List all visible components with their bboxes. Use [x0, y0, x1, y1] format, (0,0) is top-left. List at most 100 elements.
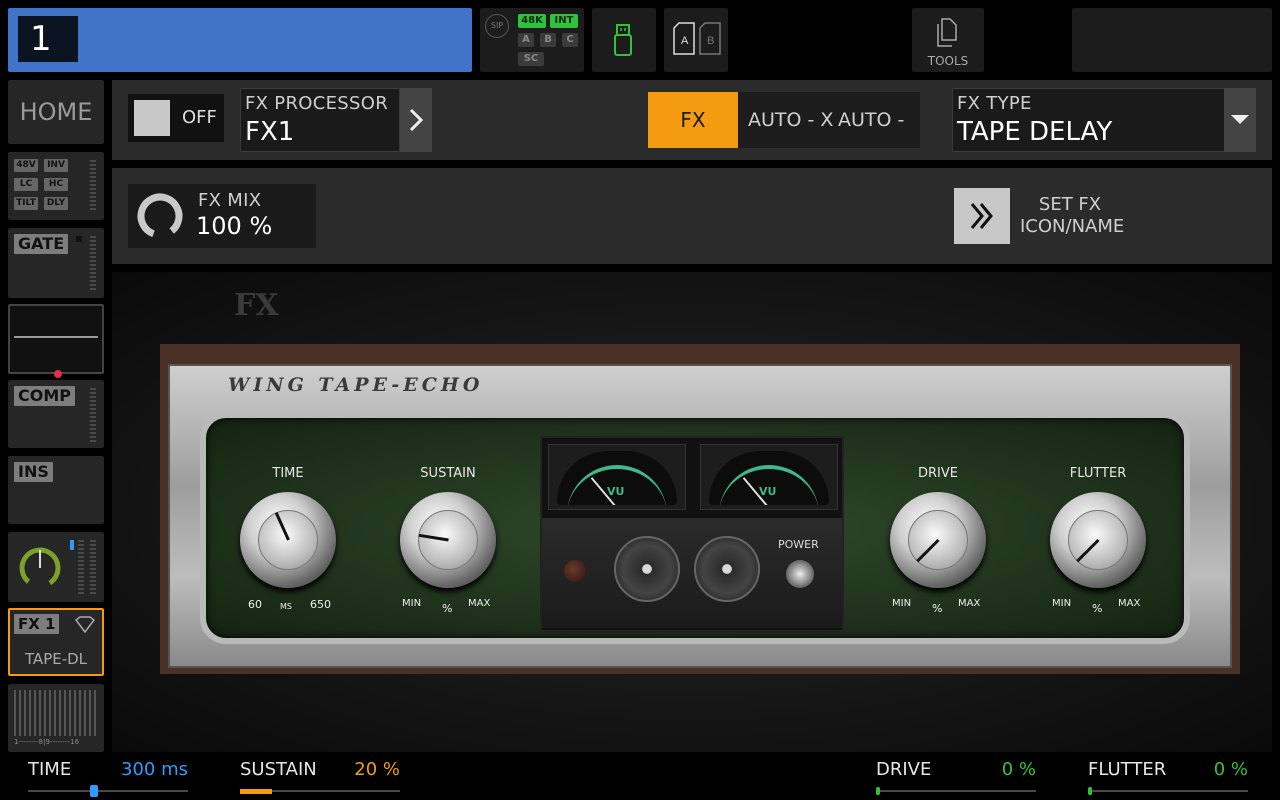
time-parameter-slider[interactable]	[28, 785, 188, 797]
sustain-parameter-name: SUSTAIN	[240, 759, 317, 780]
sustain-knob-group: SUSTAIN MIN % MAX	[388, 466, 508, 636]
fx-type-dropdown-button[interactable]	[1224, 88, 1256, 152]
meter-scale: 1--------8|9--------16	[14, 738, 80, 746]
time-knob-min: 60	[248, 598, 262, 611]
time-knob-max: 650	[310, 598, 331, 611]
gate-label: GATE	[14, 234, 69, 254]
fx-auto-group: FX AUTO - X AUTO - Y	[648, 92, 920, 187]
insert-button[interactable]: INS	[8, 456, 104, 524]
flutter-knob-label: FLUTTER	[1069, 466, 1127, 481]
input-meter	[90, 160, 96, 212]
tape-echo-device: FX WING TAPE-ECHO TIME 60 MS 650 SUSTAIN…	[112, 272, 1272, 752]
power-label: POWER	[778, 538, 819, 551]
usb-icon	[614, 24, 632, 56]
gain-knob-icon	[19, 547, 61, 589]
flutter-parameter-slider[interactable]	[1088, 787, 1248, 795]
input-section-button[interactable]: 48V INV LC HC TILT DLY	[8, 152, 104, 220]
gate-indicator	[76, 236, 82, 242]
sustain-parameter-fill	[240, 789, 272, 794]
auto-x-button[interactable]: AUTO - X	[748, 92, 833, 148]
time-knob[interactable]	[240, 492, 336, 588]
top-right-panel[interactable]	[1072, 8, 1272, 72]
meter-left	[78, 540, 84, 596]
fx-mode-button[interactable]: FX	[648, 92, 738, 148]
card-slot-a-label: A	[681, 35, 689, 47]
fx-header-row: OFF FX PROCESSOR FX1 FX AUTO - X AUTO - …	[112, 80, 1272, 187]
vu-face-left: VU	[557, 451, 677, 505]
comp-button[interactable]: COMP	[8, 380, 104, 448]
slot-a-badge: A	[518, 33, 534, 47]
tape-reel-left	[614, 536, 680, 602]
fx-mix-knob-icon	[137, 193, 183, 239]
set-fx-label-line2: ICON/NAME	[1020, 216, 1125, 237]
sustain-parameter[interactable]: SUSTAIN 20 %	[240, 752, 400, 800]
drive-parameter-thumb[interactable]	[876, 787, 880, 795]
vu-transport-panel: VU VU POWER	[540, 436, 844, 632]
insert-label: INS	[14, 462, 53, 482]
drive-parameter-value: 0 %	[1001, 759, 1036, 780]
flutter-knob[interactable]	[1050, 492, 1146, 588]
gain-button[interactable]	[8, 532, 104, 602]
fx-mix-control[interactable]: FX MIX 100 %	[128, 184, 316, 248]
time-parameter[interactable]: TIME 300 ms	[28, 752, 188, 800]
tape-transport: POWER	[542, 518, 842, 628]
drive-parameter-name: DRIVE	[876, 759, 932, 780]
sip-indicator: SIP	[485, 14, 509, 38]
power-switch[interactable]	[786, 560, 814, 588]
flutter-knob-group: FLUTTER MIN % MAX	[1038, 466, 1158, 636]
set-fx-icon-button[interactable]	[954, 188, 1010, 244]
comp-meter	[90, 388, 96, 442]
tools-button[interactable]: TOOLS	[912, 8, 984, 72]
invert-tag: INV	[44, 159, 68, 172]
sustain-knob[interactable]	[400, 492, 496, 588]
sustain-knob-label: SUSTAIN	[420, 466, 476, 481]
drive-parameter-slider[interactable]	[876, 787, 1036, 795]
fx-mix-value: 100 %	[196, 212, 273, 240]
level-indicator	[70, 540, 74, 550]
tilt-tag: TILT	[14, 197, 38, 210]
drive-knob-unit: %	[932, 602, 943, 615]
flutter-parameter-value: 0 %	[1213, 759, 1248, 780]
flutter-knob-unit: %	[1092, 602, 1103, 615]
sustain-knob-max: MAX	[468, 598, 491, 609]
sustain-parameter-value: 20 %	[354, 759, 400, 780]
fx-type-selector[interactable]: FX TYPE TAPE DELAY	[952, 88, 1256, 152]
eq-curve	[14, 336, 98, 338]
sustain-knob-unit: %	[442, 602, 453, 615]
vu-label-left: VU	[607, 485, 625, 498]
flutter-knob-max: MAX	[1118, 598, 1141, 609]
channel-meters	[14, 690, 98, 736]
parameter-strip: TIME 300 ms SUSTAIN 20 % DRIVE 0 % FLUTT…	[0, 752, 1280, 800]
flutter-parameter[interactable]: FLUTTER 0 %	[1088, 752, 1248, 800]
set-fx-label-line1: SET FX	[1038, 194, 1102, 215]
gate-meter	[90, 236, 96, 292]
time-parameter-thumb[interactable]	[90, 785, 98, 797]
drive-knob-group: DRIVE MIN % MAX	[878, 466, 998, 636]
drive-parameter[interactable]: DRIVE 0 %	[876, 752, 1036, 800]
gate-button[interactable]: GATE	[8, 228, 104, 298]
sustain-parameter-slider[interactable]	[240, 789, 400, 794]
home-button[interactable]: HOME	[8, 80, 104, 144]
fx-processor-next-button[interactable]	[400, 88, 432, 152]
vu-meter-right: VU	[700, 444, 838, 510]
flutter-parameter-name: FLUTTER	[1088, 759, 1167, 780]
flutter-parameter-thumb[interactable]	[1088, 787, 1092, 795]
eq-button[interactable]	[8, 304, 104, 378]
chevron-right-icon	[409, 108, 424, 132]
mini-meters-button[interactable]: 1--------8|9--------16	[8, 684, 104, 752]
status-panel[interactable]: SIP 48K INT A B C SC	[480, 8, 584, 72]
sustain-knob-min: MIN	[402, 598, 422, 609]
eq-marker	[54, 370, 62, 378]
sd-card-button[interactable]: A B	[664, 8, 728, 72]
channel-tile[interactable]: 1	[8, 8, 472, 72]
usb-button[interactable]	[592, 8, 656, 72]
fx-onoff-toggle[interactable]: OFF	[128, 94, 224, 142]
fx-slot-button[interactable]: FX 1 TAPE-DL	[8, 608, 104, 676]
device-name: WING TAPE-ECHO	[228, 374, 484, 396]
fx-processor-selector[interactable]: FX PROCESSOR FX1	[240, 88, 400, 152]
fx-type-value: TAPE DELAY	[957, 117, 1113, 147]
fx-slot-label: FX 1	[14, 614, 60, 634]
channel-number: 1	[18, 16, 78, 62]
drive-knob[interactable]	[890, 492, 986, 588]
time-knob-label: TIME	[272, 466, 304, 481]
